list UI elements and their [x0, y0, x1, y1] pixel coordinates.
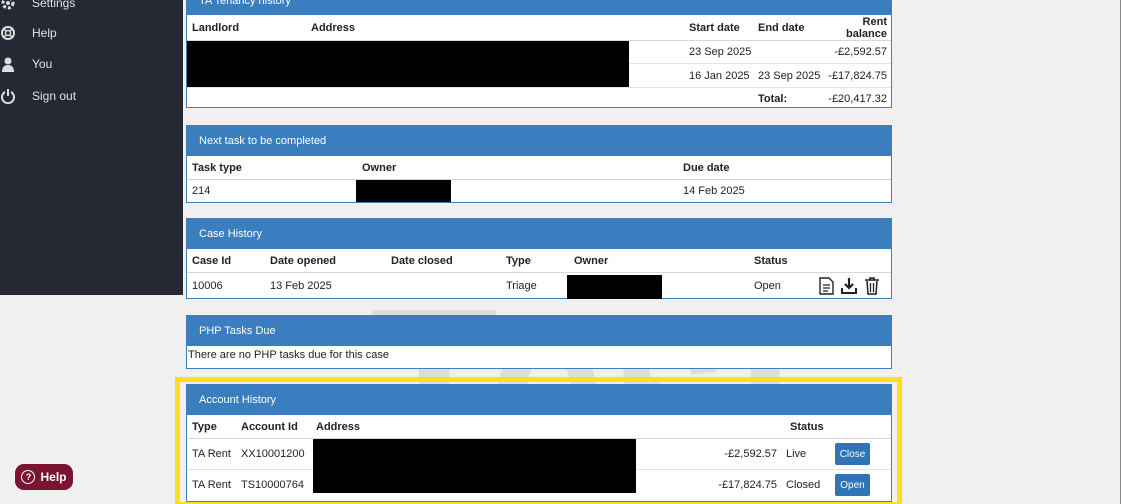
power-icon [0, 88, 16, 104]
question-icon: ? [21, 470, 36, 484]
panel-title: Case History [187, 219, 891, 249]
table-header: Landlord Address Start date End date Ren… [187, 15, 891, 41]
col-start-date: Start date [689, 21, 740, 34]
redacted-address [187, 41, 629, 87]
date-opened: 13 Feb 2025 [270, 279, 332, 292]
sidebar-item-label: Help [32, 26, 57, 40]
empty-message: There are no PHP tasks due for this case [188, 349, 389, 361]
end-date: 23 Sep 2025 [758, 69, 821, 82]
account-id: TS10000764 [241, 479, 304, 491]
start-date: 16 Jan 2025 [689, 69, 750, 82]
redacted-owner [567, 275, 662, 299]
next-task-panel: Next task to be completed Task type Owne… [186, 125, 892, 203]
account-status: Live [786, 448, 807, 460]
col-status: Status [754, 254, 788, 267]
col-end-date: End date [758, 21, 805, 34]
account-balance: -£17,824.75 [718, 479, 777, 491]
sidebar-item-label: You [32, 57, 53, 71]
case-type: Triage [506, 279, 537, 292]
total-row: Total: -£20,417.32 [187, 88, 891, 109]
col-task-type: Task type [192, 161, 242, 174]
col-date-opened: Date opened [270, 254, 337, 267]
user-icon [0, 56, 16, 72]
php-tasks-panel: PHP Tasks Due There are no PHP tasks due… [186, 315, 892, 369]
account-type: TA Rent [192, 448, 231, 460]
panel-title: Next task to be completed [187, 126, 891, 156]
total-label: Total: [758, 92, 788, 105]
gear-icon [0, 0, 16, 11]
col-status: Status [790, 420, 824, 433]
table-header: Task type Owner Due date [187, 156, 891, 180]
case-status: Open [754, 279, 781, 292]
sidebar: Settings Help You Sign out [0, 0, 183, 295]
redacted-owner [356, 180, 451, 202]
download-icon[interactable] [840, 276, 858, 296]
tenancy-history-panel: TA Tenancy history Landlord Address Star… [186, 0, 892, 108]
account-type: TA Rent [192, 479, 231, 491]
col-landlord: Landlord [192, 21, 240, 34]
col-due-date: Due date [683, 161, 730, 174]
col-type: Type [506, 254, 531, 267]
col-type: Type [192, 420, 217, 433]
sidebar-item-label: Settings [32, 0, 76, 10]
redacted-address [313, 439, 636, 493]
sidebar-item-settings[interactable]: Settings [0, 0, 183, 14]
table-header: Type Account Id Address Status [187, 415, 891, 439]
col-owner: Owner [362, 161, 397, 174]
panel-title: PHP Tasks Due [187, 316, 891, 346]
lifebuoy-icon [0, 25, 16, 41]
col-rent-balance: Rent balance [846, 15, 887, 40]
delete-icon[interactable] [863, 276, 881, 296]
case-id: 10006 [192, 279, 223, 292]
sidebar-item-label: Sign out [32, 89, 77, 103]
document-icon[interactable] [817, 276, 835, 296]
close-account-button[interactable]: Close [835, 443, 870, 465]
total-value: -£20,417.32 [828, 92, 887, 105]
rent-balance: -£2,592.57 [834, 46, 887, 58]
col-case-id: Case Id [192, 254, 232, 267]
help-button-label: Help [40, 470, 67, 484]
rent-balance: -£17,824.75 [828, 69, 887, 82]
task-type: 214 [192, 185, 211, 197]
account-history-panel: Account History Type Account Id Address … [186, 384, 892, 502]
help-button[interactable]: ? Help [15, 464, 73, 490]
account-id: XX10001200 [241, 448, 305, 460]
col-account-id: Account Id [241, 420, 298, 433]
sidebar-item-sign-out[interactable]: Sign out [0, 85, 183, 107]
col-address: Address [316, 420, 361, 433]
account-balance: -£2,592.57 [724, 448, 777, 460]
start-date: 23 Sep 2025 [689, 46, 752, 58]
table-row: 214 14 Feb 2025 [187, 180, 891, 202]
case-history-panel: Case History Case Id Date opened Date cl… [186, 218, 892, 299]
table-row: 10006 13 Feb 2025 Triage Open [187, 273, 891, 298]
sidebar-item-you[interactable]: You [0, 53, 183, 75]
panel-title: TA Tenancy history [187, 0, 891, 15]
due-date: 14 Feb 2025 [683, 185, 745, 197]
open-account-button[interactable]: Open [835, 474, 870, 496]
panel-title: Account History [187, 385, 891, 415]
col-date-closed: Date closed [391, 254, 453, 267]
col-owner: Owner [574, 254, 609, 267]
sidebar-item-help[interactable]: Help [0, 22, 183, 44]
account-status: Closed [786, 479, 821, 491]
table-header: Case Id Date opened Date closed Type Own… [187, 249, 891, 273]
col-address: Address [311, 21, 356, 34]
